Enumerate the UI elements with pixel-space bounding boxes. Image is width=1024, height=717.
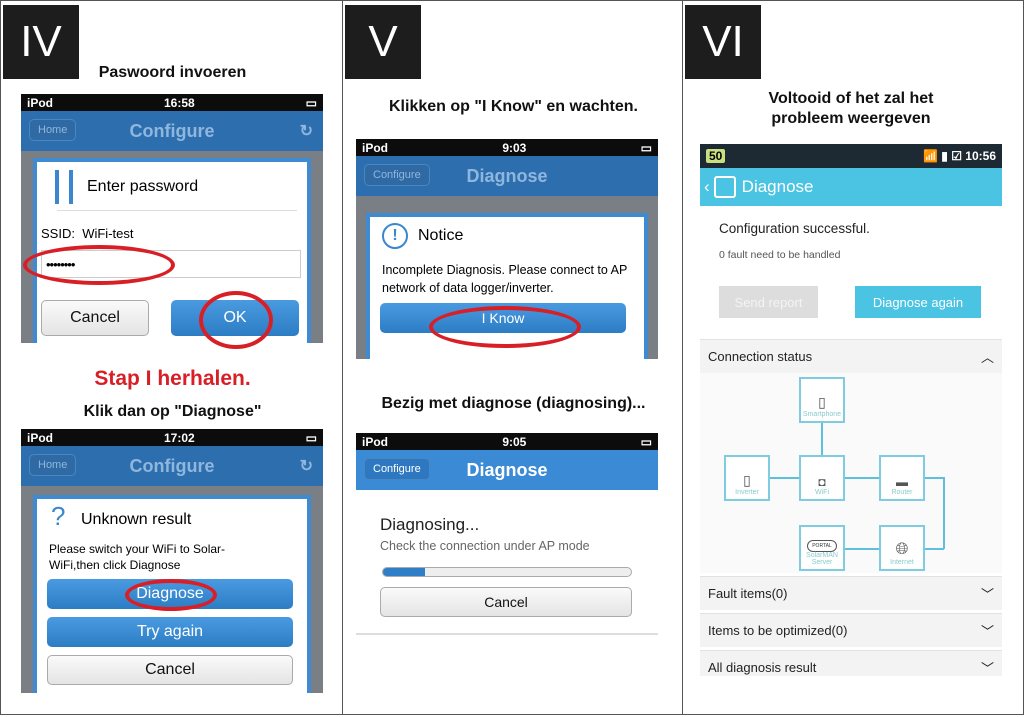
badge: 50	[706, 149, 726, 163]
carrier: iPod	[362, 140, 388, 155]
panel-step-vi: VI Voltooid of het zal het probleem weer…	[682, 0, 1024, 715]
phone-screenshot-password: iPod 16:58 ▭ Home Configure ↻ Enter password…	[21, 94, 323, 343]
nav-title: Diagnose	[466, 165, 548, 186]
diagnosing-status: Diagnosing...	[380, 515, 480, 534]
connection-diagram: ▯ Smartphone ▯ Inverter ◘ WiFi ▬ Router PORT…	[700, 373, 1002, 573]
home-button[interactable]: Home	[29, 119, 77, 141]
chevron-down-icon: ﹀	[980, 624, 994, 639]
clock: 16:58	[163, 95, 195, 110]
fault-items-section[interactable]: Fault items(0) ﹀	[700, 576, 1002, 610]
items-to-optimize-section[interactable]: Items to be optimized(0) ﹀	[700, 613, 1002, 647]
repeat-instruction: Stap I herhalen.	[94, 367, 251, 390]
ssid-label: SSID:	[41, 226, 75, 241]
faults-text: 0 fault need to be handled	[719, 249, 841, 261]
wifi-node: ◘ WiFi	[799, 455, 845, 501]
clock: 9:05	[502, 434, 527, 449]
step-subtitle: Bezig met diagnose (diagnosing)...	[381, 395, 646, 412]
highlight-circle	[23, 245, 175, 285]
app-title: Diagnose	[741, 177, 814, 196]
home-button[interactable]: Home	[29, 454, 77, 476]
clock: 17:02	[163, 430, 195, 445]
step-label: V	[345, 5, 421, 79]
question-icon: ?	[51, 501, 66, 531]
result-text: Configuration successful.	[719, 221, 870, 236]
cancel-button[interactable]: Cancel	[41, 300, 149, 336]
configure-button[interactable]: Configure	[364, 164, 430, 186]
all-diagnosis-section[interactable]: All diagnosis result ﹀	[700, 650, 1002, 676]
section-title: Connection status	[708, 349, 813, 364]
phone-screenshot-unknown: iPod 17:02 ▭ Home Configure ↻ ? Unknown resu…	[21, 429, 323, 693]
dialog-message: Please switch your WiFi to Solar-WiFi,th…	[49, 542, 226, 572]
dialog-title: Enter password	[87, 178, 199, 195]
app-icon	[713, 176, 736, 198]
back-icon[interactable]: ‹	[704, 177, 710, 197]
send-report-button[interactable]: Send report	[719, 286, 818, 318]
highlight-circle	[429, 306, 581, 348]
status-icons: 📶 ▮ ☑	[922, 149, 966, 163]
dialog-title: Notice	[418, 227, 464, 244]
refresh-icon[interactable]: ↻	[300, 121, 313, 141]
android-screenshot: 50 📶 ▮ ☑ 10:56 ‹ Diagnose Configuration su…	[700, 144, 1002, 676]
dialog-message: Incomplete Diagnosis. Please connect to …	[382, 263, 628, 295]
diagnosing-hint: Check the connection under AP mode	[380, 539, 590, 553]
nav-title: Diagnose	[466, 459, 548, 480]
dialog-title: Unknown result	[81, 511, 192, 528]
progress-fill	[383, 568, 426, 576]
step-title: Klikken op "I Know" en wachten.	[389, 98, 638, 115]
inverter-node: ▯ Inverter	[724, 455, 770, 501]
ssid-value: WiFi-test	[82, 226, 134, 241]
configure-button[interactable]: Configure	[364, 458, 430, 480]
diagnose-again-button[interactable]: Diagnose again	[855, 286, 981, 318]
connection-status-header[interactable]: Connection status ︿	[700, 339, 1002, 373]
chevron-down-icon: ﹀	[980, 587, 994, 602]
panel-step-v: V Klikken op "I Know" en wachten. iPod 9:…	[342, 0, 683, 715]
cancel-button[interactable]: Cancel	[380, 587, 632, 617]
cancel-button[interactable]: Cancel	[47, 655, 293, 685]
battery-icon: ▭	[305, 430, 317, 445]
nav-title: Configure	[129, 120, 215, 141]
step-title: Paswoord invoeren	[98, 64, 247, 81]
panel-step-iv: IV Paswoord invoeren iPod 16:58 ▭ Home Conf…	[0, 0, 343, 715]
clock: 10:56	[965, 149, 996, 163]
try-again-button[interactable]: Try again	[47, 617, 293, 647]
chevron-down-icon: ﹀	[980, 661, 994, 676]
carrier: iPod	[27, 95, 53, 110]
battery-icon: ▭	[640, 434, 652, 449]
progress-bar	[382, 567, 632, 577]
info-icon: !	[382, 223, 408, 249]
battery-icon: ▭	[305, 95, 317, 110]
clock: 9:03	[502, 140, 527, 155]
server-node: PORTAL SolarMAN Server	[799, 525, 845, 571]
battery-icon: ▭	[640, 140, 652, 155]
internet-node: 🌐︎ Internet	[879, 525, 925, 571]
step-subtitle: Klik dan op "Diagnose"	[83, 403, 262, 420]
highlight-circle	[125, 579, 217, 611]
highlight-circle	[199, 291, 273, 349]
nav-title: Configure	[129, 455, 215, 476]
chevron-up-icon: ︿	[980, 350, 994, 365]
carrier: iPod	[362, 434, 388, 449]
router-node: ▬ Router	[879, 455, 925, 501]
step-label: VI	[685, 5, 761, 79]
phone-screenshot-diagnosing: iPod 9:05 ▭ Configure Diagnose Diagnosing..…	[356, 433, 658, 635]
smartphone-node: ▯ Smartphone	[799, 377, 845, 423]
dialog-icon	[55, 170, 73, 204]
step-title: Voltooid of het zal het probleem weergev…	[768, 90, 934, 127]
refresh-icon[interactable]: ↻	[300, 456, 313, 476]
carrier: iPod	[27, 430, 53, 445]
